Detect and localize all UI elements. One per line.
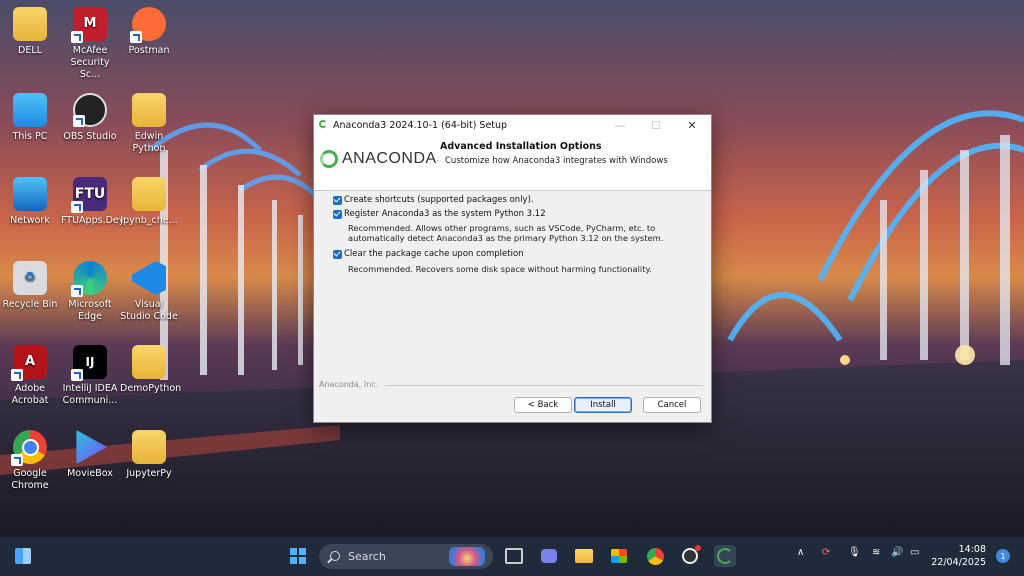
anaconda-logo-icon bbox=[319, 120, 327, 128]
taskbar-app-store[interactable] bbox=[608, 545, 630, 567]
intellij-icon: IJ bbox=[71, 345, 107, 381]
widgets-icon bbox=[15, 548, 31, 564]
header-subtitle: Customize how Anaconda3 integrates with … bbox=[445, 156, 668, 166]
folder-icon bbox=[132, 430, 166, 464]
desktop-icon-adobe-acrobat[interactable]: A Adobe Acrobat bbox=[1, 345, 59, 407]
widgets-button[interactable] bbox=[12, 545, 34, 567]
obs-icon bbox=[73, 93, 107, 127]
desktop-icon-this-pc[interactable]: This PC bbox=[1, 93, 59, 143]
start-button[interactable] bbox=[287, 545, 309, 567]
folder-icon bbox=[132, 93, 166, 127]
task-view-icon bbox=[505, 548, 523, 564]
windows-logo-icon bbox=[290, 548, 306, 564]
search-highlight-image bbox=[449, 547, 485, 566]
folder-icon bbox=[13, 7, 47, 41]
acrobat-icon: A bbox=[11, 345, 47, 381]
tray-mcafee-icon[interactable]: ⟳ bbox=[822, 547, 830, 558]
recording-dot-icon bbox=[695, 545, 701, 551]
chrome-icon bbox=[11, 430, 47, 466]
minimize-button[interactable]: — bbox=[602, 115, 638, 135]
clear-cache-checkbox[interactable] bbox=[333, 250, 342, 259]
register-python-checkbox[interactable] bbox=[333, 210, 342, 219]
folder-icon bbox=[132, 345, 166, 379]
desktop-icon-intellij[interactable]: IJ IntelliJ IDEA Communi... bbox=[61, 345, 119, 407]
moviebox-icon bbox=[76, 430, 107, 464]
anaconda-ring-icon bbox=[320, 150, 338, 168]
network-icon bbox=[13, 177, 47, 211]
desktop-icon-mcafee[interactable]: M McAfee Security Sc... bbox=[61, 7, 119, 81]
footer-divider bbox=[385, 385, 703, 386]
header-title: Advanced Installation Options bbox=[440, 141, 602, 152]
taskbar-clock[interactable]: 14:08 22/04/2025 bbox=[930, 543, 986, 569]
desktop-icon-moviebox[interactable]: MovieBox bbox=[61, 430, 119, 480]
vscode-icon bbox=[132, 261, 166, 295]
tray-overflow-chevron-icon[interactable]: ∧ bbox=[797, 547, 804, 558]
desktop-icon-dell[interactable]: DELL bbox=[1, 7, 59, 57]
anaconda-icon bbox=[717, 548, 733, 564]
close-button[interactable]: ✕ bbox=[674, 115, 710, 135]
task-view-button[interactable] bbox=[503, 545, 525, 567]
clear-cache-label[interactable]: Clear the package cache upon completion bbox=[344, 249, 524, 259]
maximize-icon: ☐ bbox=[651, 118, 661, 132]
dialog-header: ANACONDA. Advanced Installation Options … bbox=[314, 135, 711, 191]
folder-icon bbox=[132, 177, 166, 211]
cancel-button[interactable]: Cancel bbox=[643, 397, 701, 413]
search-placeholder: Search bbox=[348, 550, 386, 563]
mcafee-icon: M bbox=[71, 7, 107, 43]
register-python-label[interactable]: Register Anaconda3 as the system Python … bbox=[344, 209, 546, 219]
maximize-button[interactable]: ☐ bbox=[638, 115, 674, 135]
taskbar-app-file-explorer[interactable] bbox=[573, 545, 595, 567]
desktop-icon-google-chrome[interactable]: Google Chrome bbox=[1, 430, 59, 492]
minimize-icon: — bbox=[614, 118, 626, 132]
taskbar: Search ∧ ⟳ 🎙 ≋ 🔊 ▭ 14:08 22/04/2025 1 bbox=[0, 537, 1024, 576]
microphone-icon[interactable]: 🎙 bbox=[848, 547, 861, 558]
taskbar-search[interactable]: Search bbox=[319, 544, 493, 569]
taskbar-app-obs[interactable] bbox=[679, 545, 701, 567]
desktop-icon-network[interactable]: Network bbox=[1, 177, 59, 227]
install-button[interactable]: Install bbox=[574, 397, 632, 413]
taskbar-app-chrome[interactable] bbox=[644, 545, 666, 567]
wifi-icon[interactable]: ≋ bbox=[872, 547, 880, 558]
desktop-icon-jpynb[interactable]: Jpynb_che... bbox=[120, 177, 178, 227]
desktop-icon-recycle-bin[interactable]: ♻ Recycle Bin bbox=[1, 261, 59, 311]
postman-icon bbox=[130, 7, 166, 43]
register-python-desc-2: automatically detect Anaconda3 as the pr… bbox=[348, 233, 664, 243]
chat-icon bbox=[541, 549, 557, 563]
dialog-titlebar[interactable]: Anaconda3 2024.10-1 (64-bit) Setup — ☐ ✕ bbox=[314, 115, 711, 135]
ftu-icon: FTU bbox=[71, 177, 107, 213]
desktop-icon-ftuapps[interactable]: FTU FTUApps.Dev bbox=[61, 177, 124, 227]
search-icon bbox=[330, 551, 340, 561]
desktop-icon-microsoft-edge[interactable]: Microsoft Edge bbox=[61, 261, 119, 323]
folder-icon bbox=[575, 549, 593, 563]
desktop-icon-edwin-python[interactable]: Edwin Python bbox=[120, 93, 178, 155]
notification-badge[interactable]: 1 bbox=[996, 549, 1010, 563]
clock-time: 14:08 bbox=[958, 544, 986, 555]
desktop-icon-obs-studio[interactable]: OBS Studio bbox=[61, 93, 119, 143]
desktop-icon-postman[interactable]: Postman bbox=[120, 7, 178, 57]
store-icon bbox=[611, 549, 627, 563]
create-shortcuts-label[interactable]: Create shortcuts (supported packages onl… bbox=[344, 195, 534, 205]
footer-brand: Anaconda, Inc. bbox=[319, 380, 379, 389]
clock-date: 22/04/2025 bbox=[931, 557, 986, 568]
clear-cache-desc: Recommended. Recovers some disk space wi… bbox=[348, 264, 652, 274]
desktop-icon-vscode[interactable]: Visual Studio Code bbox=[120, 261, 178, 323]
close-icon: ✕ bbox=[687, 118, 697, 132]
setup-dialog: Anaconda3 2024.10-1 (64-bit) Setup — ☐ ✕… bbox=[313, 114, 712, 423]
back-button[interactable]: < Back bbox=[514, 397, 572, 413]
register-python-desc-1: Recommended. Allows other programs, such… bbox=[348, 223, 656, 233]
recycle-bin-icon: ♻ bbox=[13, 261, 47, 295]
battery-icon[interactable]: ▭ bbox=[910, 547, 919, 558]
anaconda-brand: ANACONDA. bbox=[320, 150, 439, 168]
monitor-icon bbox=[13, 93, 47, 127]
volume-icon[interactable]: 🔊 bbox=[891, 547, 903, 558]
desktop-icon-demopython[interactable]: DemoPython bbox=[120, 345, 181, 395]
chrome-icon bbox=[646, 547, 664, 565]
taskbar-app-anaconda[interactable] bbox=[714, 545, 736, 567]
create-shortcuts-checkbox[interactable] bbox=[333, 196, 342, 205]
edge-icon bbox=[71, 261, 107, 297]
dialog-title: Anaconda3 2024.10-1 (64-bit) Setup bbox=[333, 120, 508, 131]
desktop-icon-jupyterpy[interactable]: JupyterPy bbox=[120, 430, 178, 480]
taskbar-app-chat[interactable] bbox=[538, 545, 560, 567]
